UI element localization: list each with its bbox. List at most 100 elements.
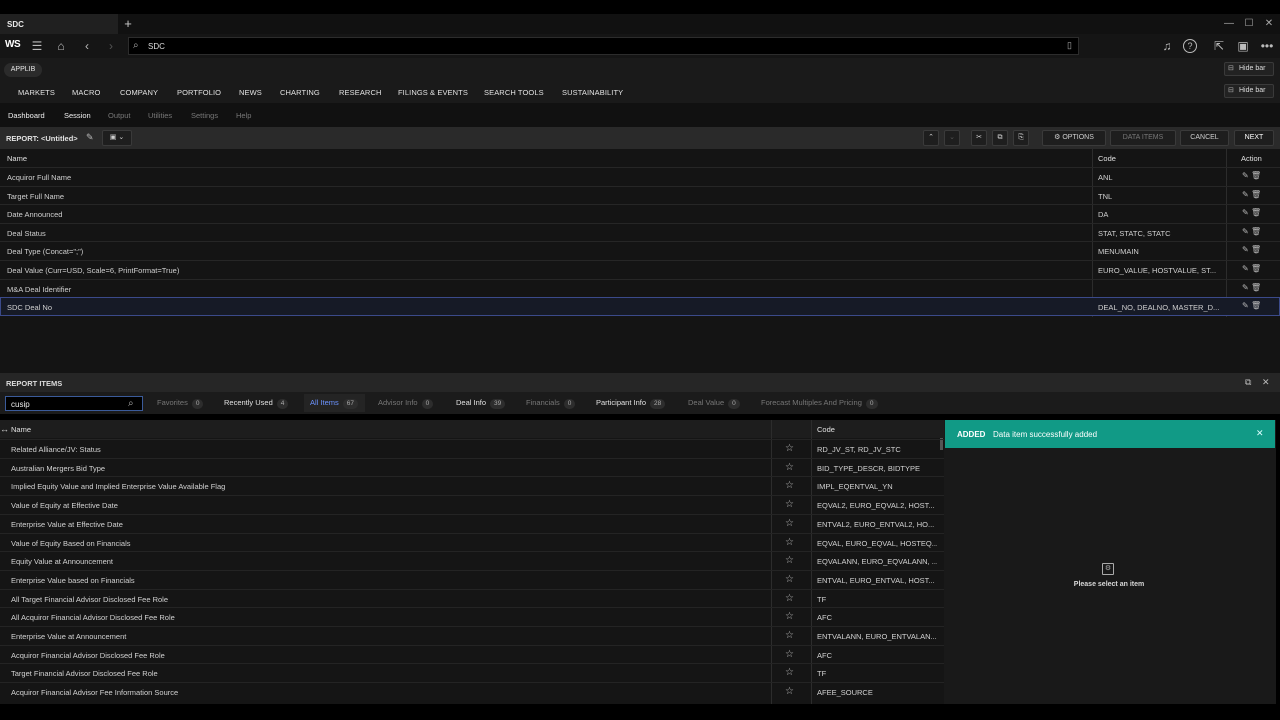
- star-icon[interactable]: ☆: [785, 537, 794, 548]
- star-icon[interactable]: ☆: [785, 555, 794, 566]
- subnav-settings[interactable]: Settings: [191, 111, 218, 120]
- resize-handle-icon[interactable]: ↔: [0, 424, 9, 434]
- nav-filings-events[interactable]: FILINGS & EVENTS: [398, 88, 468, 97]
- subnav-utilities[interactable]: Utilities: [148, 111, 172, 120]
- star-icon[interactable]: ☆: [785, 480, 794, 491]
- browser-tab-sdc[interactable]: SDC: [0, 14, 118, 34]
- edit-icon[interactable]: ✎: [1242, 227, 1249, 236]
- help-icon[interactable]: ?: [1183, 39, 1197, 53]
- star-icon[interactable]: ☆: [785, 462, 794, 473]
- data-items-button[interactable]: DATA ITEMS: [1110, 130, 1176, 146]
- applib-button[interactable]: APPLIB: [4, 63, 42, 77]
- next-button[interactable]: NEXT: [1234, 130, 1274, 146]
- delete-icon[interactable]: 🗑: [1251, 264, 1261, 273]
- delete-icon[interactable]: 🗑: [1251, 190, 1261, 199]
- subnav-session[interactable]: Session: [64, 111, 91, 120]
- logo[interactable]: WS: [5, 39, 21, 50]
- star-icon[interactable]: ☆: [785, 518, 794, 529]
- popout-icon[interactable]: ⧉: [1245, 377, 1251, 388]
- home-icon[interactable]: ⌂: [53, 38, 69, 54]
- table-row[interactable]: Date Announced DA ✎ 🗑: [0, 204, 1280, 223]
- table-row[interactable]: Target Full Name TNL ✎ 🗑: [0, 185, 1280, 205]
- header-name[interactable]: Name: [0, 149, 27, 167]
- list-item[interactable]: All Target Financial Advisor Disclosed F…: [0, 588, 944, 608]
- nav-sustainability[interactable]: SUSTAINABILITY: [562, 88, 623, 97]
- delete-icon[interactable]: 🗑: [1251, 245, 1261, 254]
- nav-research[interactable]: RESEARCH: [339, 88, 381, 97]
- list-item[interactable]: Australian Mergers Bid Type ☆ BID_TYPE_DES…: [0, 457, 944, 477]
- edit-icon[interactable]: ✎: [1242, 208, 1249, 217]
- report-items-search-input[interactable]: cusip ⌕: [5, 396, 143, 411]
- notification-icon[interactable]: ♫: [1159, 38, 1175, 54]
- table-row[interactable]: M&A Deal Identifier ✎ 🗑: [0, 278, 1280, 298]
- header-name[interactable]: Name: [11, 420, 31, 438]
- header-code[interactable]: Code: [1091, 149, 1116, 167]
- close-window-icon[interactable]: ✕: [1262, 17, 1276, 31]
- bookmark-icon[interactable]: ▯: [1067, 40, 1072, 51]
- list-item[interactable]: Enterprise Value at Announcement ☆ ENTVALA…: [0, 626, 944, 645]
- close-panel-icon[interactable]: ✕: [1262, 377, 1270, 388]
- edit-icon[interactable]: ✎: [1242, 301, 1249, 310]
- nav-macro[interactable]: MACRO: [72, 88, 100, 97]
- nav-markets[interactable]: MARKETS: [18, 88, 55, 97]
- hide-bar-button[interactable]: ⊟ Hide bar: [1224, 62, 1274, 76]
- table-row[interactable]: Acquiror Full Name ANL ✎ 🗑: [0, 167, 1280, 186]
- edit-icon[interactable]: ✎: [1242, 171, 1249, 180]
- tab-deal-info[interactable]: Deal Info 39: [450, 394, 512, 412]
- list-item[interactable]: Implied Equity Value and Implied Enterpr…: [0, 476, 944, 495]
- list-item[interactable]: Value of Equity at Effective Date ☆ EQVAL2…: [0, 495, 944, 514]
- save-report-dropdown[interactable]: ▣ ⌄: [102, 130, 132, 146]
- maximize-icon[interactable]: ☐: [1242, 17, 1256, 31]
- star-icon[interactable]: ☆: [785, 649, 794, 660]
- tab-advisor-info[interactable]: Advisor Info 0: [372, 394, 442, 412]
- list-item[interactable]: Equity Value at Announcement ☆ EQVALANN, E…: [0, 551, 944, 570]
- star-icon[interactable]: ☆: [785, 611, 794, 622]
- hide-nav-button[interactable]: ⊟ Hide bar: [1224, 84, 1274, 98]
- subnav-dashboard[interactable]: Dashboard: [8, 111, 45, 120]
- delete-icon[interactable]: 🗑: [1251, 208, 1261, 217]
- list-item[interactable]: Enterprise Value at Effective Date ☆ ENTVA…: [0, 513, 944, 533]
- nav-company[interactable]: COMPANY: [120, 88, 158, 97]
- star-icon[interactable]: ☆: [785, 686, 794, 697]
- tab-all-items[interactable]: All Items 67: [304, 394, 365, 412]
- table-row[interactable]: Deal Type (Concat=";") MENUMAIN ✎ 🗑: [0, 241, 1280, 260]
- cancel-button[interactable]: CANCEL: [1180, 130, 1229, 146]
- tab-deal-value[interactable]: Deal Value 0: [682, 394, 746, 412]
- edit-title-icon[interactable]: ✎: [86, 132, 94, 143]
- delete-icon[interactable]: 🗑: [1251, 301, 1261, 310]
- table-row[interactable]: Deal Value (Curr=USD, Scale=6, PrintForm…: [0, 260, 1280, 279]
- table-row[interactable]: Deal Status STAT, STATC, STATC ✎ 🗑: [0, 222, 1280, 242]
- subnav-output[interactable]: Output: [108, 111, 131, 120]
- edit-icon[interactable]: ✎: [1242, 283, 1249, 292]
- back-icon[interactable]: ‹: [79, 38, 95, 54]
- tab-forecast-multiples[interactable]: Forecast Multiples And Pricing 0: [755, 394, 895, 412]
- nav-portfolio[interactable]: PORTFOLIO: [177, 88, 221, 97]
- header-code[interactable]: Code: [817, 420, 835, 438]
- nav-news[interactable]: NEWS: [239, 88, 262, 97]
- save-icon[interactable]: ▣: [1235, 38, 1251, 54]
- table-row-selected[interactable]: SDC Deal No DEAL_NO, DEALNO, MASTER_D...…: [0, 297, 1280, 316]
- menu-icon[interactable]: ☰: [29, 38, 45, 54]
- subnav-help[interactable]: Help: [236, 111, 251, 120]
- delete-icon[interactable]: 🗑: [1251, 283, 1261, 292]
- star-icon[interactable]: ☆: [785, 630, 794, 641]
- export-icon[interactable]: ⇱: [1211, 38, 1227, 54]
- search-input[interactable]: ⌕ SDC ▯: [128, 37, 1079, 55]
- list-item[interactable]: Target Financial Advisor Disclosed Fee R…: [0, 663, 944, 682]
- paste-icon[interactable]: ⎘: [1013, 130, 1029, 146]
- edit-icon[interactable]: ✎: [1242, 190, 1249, 199]
- nav-search-tools[interactable]: SEARCH TOOLS: [484, 88, 544, 97]
- toast-close-icon[interactable]: ✕: [1256, 428, 1264, 439]
- star-icon[interactable]: ☆: [785, 499, 794, 510]
- star-icon[interactable]: ☆: [785, 443, 794, 454]
- list-item[interactable]: Enterprise Value based on Financials ☆ ENT…: [0, 569, 944, 589]
- tab-participant-info[interactable]: Participant Info 28: [590, 394, 674, 412]
- more-icon[interactable]: •••: [1259, 38, 1275, 54]
- list-item[interactable]: Related Alliance/JV: Status ☆ RD_JV_ST, RD…: [0, 439, 944, 458]
- delete-icon[interactable]: 🗑: [1251, 227, 1261, 236]
- list-item[interactable]: Acquiror Financial Advisor Fee Informati…: [0, 682, 944, 701]
- tab-financials[interactable]: Financials 0: [520, 394, 583, 412]
- nav-charting[interactable]: CHARTING: [280, 88, 320, 97]
- edit-icon[interactable]: ✎: [1242, 245, 1249, 254]
- list-item[interactable]: Acquiror Financial Advisor Disclosed Fee…: [0, 644, 944, 664]
